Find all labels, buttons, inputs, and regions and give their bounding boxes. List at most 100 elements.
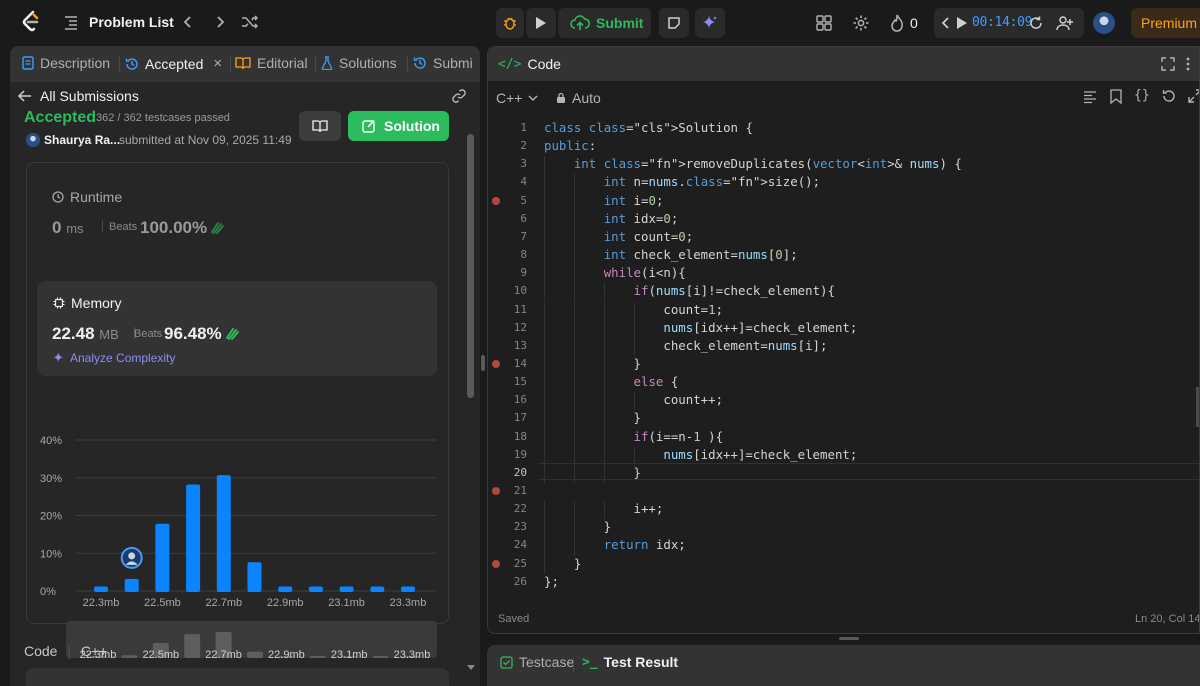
code-line[interactable]: }	[544, 356, 641, 371]
tab-accepted[interactable]: Accepted ×	[125, 55, 222, 72]
timer-display: 00:14:09	[972, 15, 1033, 30]
submitted-code-block	[26, 668, 449, 686]
user-avatar[interactable]	[1093, 12, 1115, 34]
panel-resize-handle[interactable]	[481, 355, 485, 371]
editor-scrollbar[interactable]	[1196, 387, 1199, 427]
left-scrollbar[interactable]	[467, 134, 474, 398]
code-line[interactable]: }	[544, 465, 641, 480]
reset-code-icon[interactable]	[1162, 89, 1176, 103]
code-line[interactable]: };	[544, 574, 559, 589]
problem-list-title[interactable]: Problem List	[89, 14, 174, 30]
auto-mode-toggle[interactable]: Auto	[556, 90, 601, 106]
author-avatar[interactable]	[26, 133, 40, 147]
timer-collapse-icon[interactable]	[941, 16, 951, 30]
code-line[interactable]: int class="fn">removeDuplicates(vector<i…	[544, 156, 962, 171]
indent-guide	[603, 410, 605, 429]
notebook-button[interactable]	[299, 111, 341, 141]
code-line[interactable]: if(nums[i]!=check_element){	[544, 283, 835, 298]
code-line[interactable]: int idx=0;	[544, 211, 679, 226]
ai-assist-button[interactable]	[695, 8, 725, 38]
bookmark-icon[interactable]	[1110, 89, 1122, 104]
indent-guide	[573, 464, 575, 483]
history-icon	[125, 57, 138, 70]
streak-fire-icon[interactable]	[890, 14, 904, 32]
indent-guide	[544, 265, 545, 284]
settings-gear-icon[interactable]	[852, 14, 870, 32]
premium-button[interactable]: Premium	[1131, 8, 1200, 38]
run-button[interactable]	[526, 8, 556, 38]
checkbox-icon	[500, 655, 513, 669]
timer-reset-icon[interactable]	[1028, 15, 1044, 31]
code-line[interactable]: }	[544, 556, 581, 571]
expand-icon[interactable]	[1188, 89, 1199, 103]
next-problem-icon[interactable]	[213, 14, 227, 30]
code-line[interactable]: int count=0;	[544, 229, 694, 244]
arrow-left-icon	[18, 90, 31, 102]
code-line[interactable]: else {	[544, 374, 679, 389]
tab-description[interactable]: Description	[22, 55, 110, 71]
terminal-icon: >_	[582, 654, 598, 670]
breakpoint-dot[interactable]	[492, 196, 500, 205]
indent-guide	[603, 392, 605, 411]
share-link-icon[interactable]	[451, 88, 467, 104]
line-number: 24	[513, 538, 527, 552]
code-line[interactable]: int check_element=nums[0];	[544, 247, 798, 262]
breakpoint-dot[interactable]	[492, 487, 500, 495]
console-resize-handle[interactable]	[839, 637, 859, 640]
code-line[interactable]: int i=0;	[544, 193, 664, 208]
save-status: Saved	[498, 613, 530, 625]
add-user-icon[interactable]	[1056, 15, 1074, 31]
timer-widget: 00:14:09	[934, 8, 1084, 38]
runtime-value[interactable]: 0 ms	[52, 218, 84, 238]
indent-guide	[544, 537, 545, 556]
author-name[interactable]: Shaurya Ra...	[44, 133, 120, 147]
tab-submissions[interactable]: Submi	[413, 55, 473, 71]
indent-guide	[544, 301, 545, 320]
leetcode-logo-icon[interactable]	[20, 10, 42, 34]
timer-play-icon[interactable]	[956, 16, 968, 30]
tab-editorial[interactable]: Editorial	[235, 55, 308, 71]
layout-icon[interactable]	[816, 15, 832, 31]
braces-icon[interactable]: {}	[1134, 88, 1150, 103]
code-line[interactable]: nums[idx++]=check_element;	[544, 320, 857, 335]
breakpoint-dot[interactable]	[492, 359, 500, 368]
language-value: C++	[496, 90, 523, 106]
analyze-complexity-link[interactable]: Analyze Complexity	[53, 351, 175, 365]
code-line[interactable]: check_element=nums[i];	[544, 338, 827, 353]
language-select[interactable]: C++	[496, 90, 538, 106]
close-tab-icon[interactable]: ×	[213, 55, 222, 72]
shuffle-icon[interactable]	[241, 14, 259, 30]
format-code-icon[interactable]	[1083, 90, 1097, 104]
scroll-down-icon[interactable]	[466, 664, 476, 672]
analyze-label: Analyze Complexity	[70, 351, 176, 365]
note-icon	[668, 17, 680, 29]
prev-problem-icon[interactable]	[181, 14, 195, 30]
indent-guide	[603, 501, 605, 520]
debug-button[interactable]	[496, 8, 524, 38]
solution-button[interactable]: Solution	[348, 111, 449, 141]
all-submissions-link[interactable]: All Submissions	[18, 88, 139, 104]
more-options-icon[interactable]	[1185, 57, 1191, 71]
tab-solutions[interactable]: Solutions	[321, 55, 397, 71]
maximize-icon[interactable]	[1161, 57, 1175, 71]
code-line[interactable]: public:	[544, 138, 596, 153]
tab-test-result[interactable]: >_ Test Result	[582, 654, 678, 670]
notes-button[interactable]	[659, 8, 689, 38]
submit-button[interactable]: Submit	[558, 8, 651, 38]
code-line[interactable]: class class="cls">Solution {	[544, 120, 753, 135]
code-line[interactable]: }	[544, 519, 611, 534]
code-line[interactable]: return idx;	[544, 537, 686, 552]
tab-testcase[interactable]: Testcase	[500, 654, 574, 670]
sparkle-icon	[703, 16, 717, 28]
problem-list-icon[interactable]	[63, 14, 79, 30]
code-line[interactable]: nums[idx++]=check_element;	[544, 447, 857, 462]
bar	[370, 586, 385, 592]
brush-tick-label: 22.5mb	[142, 649, 179, 661]
code-line[interactable]: if(i==n-1 ){	[544, 429, 724, 444]
breakpoint-dot[interactable]	[492, 559, 500, 568]
code-line[interactable]: while(i<n){	[544, 265, 686, 280]
indent-guide	[603, 374, 605, 393]
code-line[interactable]: int n=nums.class="fn">size();	[544, 174, 820, 189]
code-line[interactable]: }	[544, 410, 641, 425]
code-label: Code	[24, 643, 58, 659]
